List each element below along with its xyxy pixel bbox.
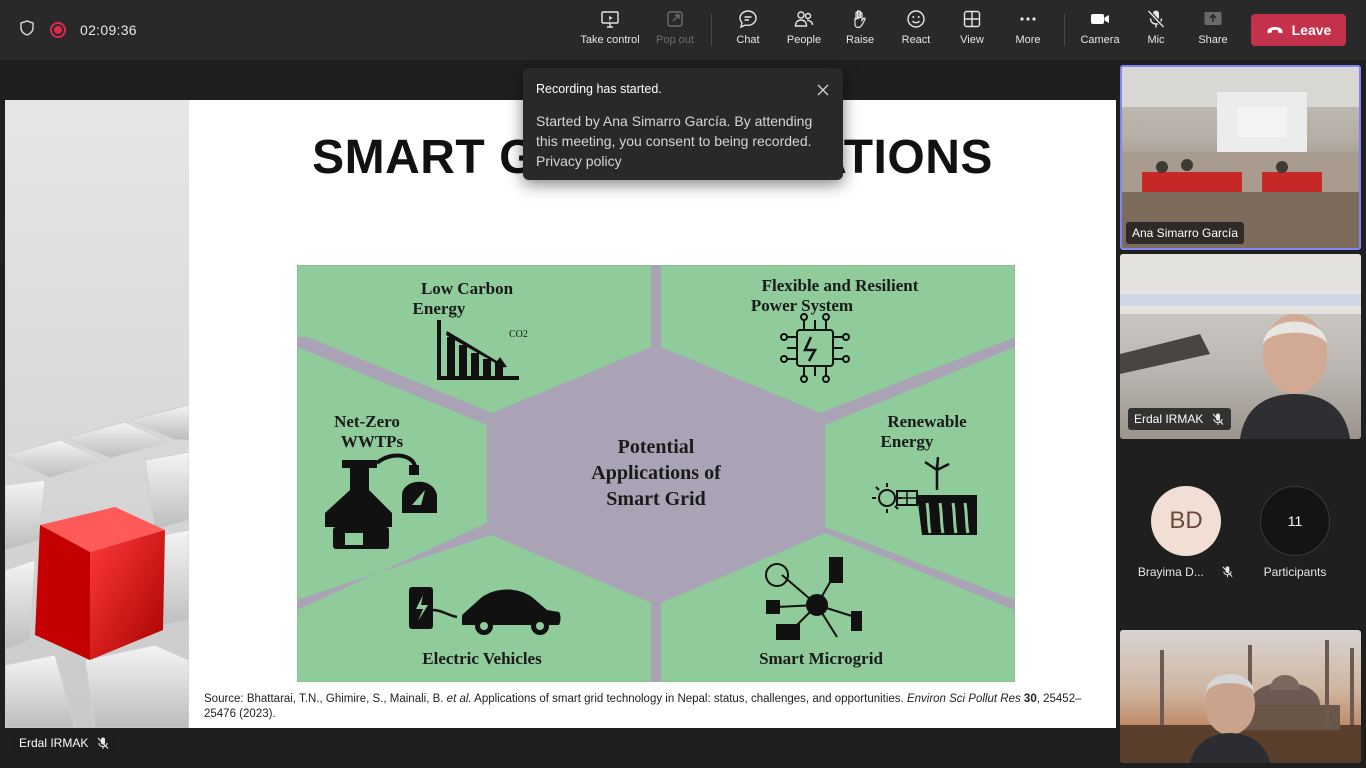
- participant-tile-mosque-background[interactable]: [1120, 630, 1361, 763]
- presentation-slide: SMART GRID APPLICATIONS Potential Applic…: [5, 100, 1116, 728]
- slide-decoration: [5, 100, 189, 728]
- segment-netzero-2: WWTPs: [341, 432, 404, 451]
- mic-button[interactable]: Mic: [1128, 8, 1184, 54]
- center-line-1: Potential: [618, 436, 695, 458]
- phone-hangup-icon: [1267, 27, 1283, 34]
- participant-tile-brayima[interactable]: BD Brayima D...: [1136, 486, 1236, 579]
- chat-icon: [739, 10, 757, 29]
- source-volume: 30: [1020, 693, 1037, 705]
- smiley-icon: [907, 10, 925, 28]
- raise-hand-button[interactable]: Raise: [832, 8, 888, 54]
- pop-out-button[interactable]: Pop out: [647, 8, 703, 54]
- camera-button[interactable]: Camera: [1072, 8, 1128, 54]
- segment-renewable-2: Energy: [881, 432, 934, 451]
- cube-decoration-image: [5, 404, 189, 728]
- pop-out-icon: [667, 11, 683, 27]
- segment-low-carbon-1: Low Carbon: [421, 279, 514, 298]
- segment-smart-microgrid: Smart Microgrid: [759, 649, 883, 668]
- participants-count: 11: [1260, 486, 1330, 556]
- participants-count-tile[interactable]: 11 Participants: [1245, 486, 1345, 579]
- segment-flexible-2: Power System: [751, 296, 853, 315]
- chat-button[interactable]: Chat: [720, 8, 776, 54]
- react-label: React: [901, 34, 931, 46]
- source-etal: et al.: [446, 693, 472, 705]
- participant-name: Erdal IRMAK: [1134, 412, 1204, 426]
- participant-name-row: Brayima D...: [1136, 565, 1236, 579]
- share-label: Share: [1198, 34, 1228, 46]
- recording-consent-text: Started by Ana Simarro García. By attend…: [536, 113, 813, 149]
- source-middle: Applications of smart grid technology in…: [471, 693, 907, 705]
- mic-off-icon: [97, 737, 109, 749]
- toolbar-divider: [1064, 14, 1065, 46]
- take-control-button[interactable]: Take control: [580, 8, 640, 54]
- view-label: View: [960, 34, 984, 46]
- people-label: People: [786, 34, 822, 46]
- slide-source-citation: Source: Bhattarai, T.N., Ghimire, S., Ma…: [204, 692, 1104, 722]
- meeting-toolbar: 02:09:36 Take control Pop out Chat Peopl…: [0, 0, 1366, 60]
- source-journal: Environ Sci Pollut Res: [906, 693, 1021, 705]
- segment-electric-vehicles: Electric Vehicles: [422, 649, 542, 668]
- meeting-status: 02:09:36: [18, 0, 137, 60]
- participant-name: Brayima D...: [1137, 565, 1204, 579]
- segment-low-carbon-2: Energy: [413, 299, 466, 318]
- participant-name-tag: Ana Simarro García: [1126, 222, 1245, 244]
- shield-icon[interactable]: [18, 19, 36, 42]
- more-button[interactable]: More: [1000, 8, 1056, 54]
- segment-flexible-1: Flexible and Resilient: [762, 276, 919, 295]
- participant-tile-ana[interactable]: Ana Simarro García: [1120, 65, 1361, 250]
- center-line-2: Applications of: [591, 462, 721, 484]
- smart-grid-diagram: Potential Applications of Smart Grid Low…: [297, 265, 1015, 682]
- close-icon[interactable]: [815, 82, 831, 98]
- share-icon: [1204, 12, 1222, 25]
- react-button[interactable]: React: [888, 8, 944, 54]
- participant-video: [1120, 640, 1361, 763]
- presenter-name: Erdal IRMAK: [19, 736, 89, 750]
- take-control-label: Take control: [580, 34, 640, 46]
- raise-label: Raise: [845, 34, 875, 46]
- grid-view-icon: [963, 10, 981, 28]
- mic-off-icon: [1212, 413, 1224, 425]
- recording-icon[interactable]: [50, 22, 66, 38]
- camera-icon: [1091, 14, 1109, 24]
- privacy-policy-link[interactable]: Privacy policy: [536, 151, 830, 171]
- share-button[interactable]: Share: [1185, 8, 1241, 54]
- participant-name: Ana Simarro García: [1132, 226, 1239, 240]
- leave-label: Leave: [1291, 22, 1332, 38]
- take-control-icon: [601, 11, 619, 28]
- participant-tile-erdal[interactable]: Erdal IRMAK: [1120, 254, 1361, 439]
- center-line-3: Smart Grid: [606, 488, 705, 510]
- segment-netzero-1: Net-Zero: [334, 412, 400, 431]
- participant-name-tag: Erdal IRMAK: [1128, 408, 1232, 430]
- recording-notification-body: Started by Ana Simarro García. By attend…: [536, 111, 830, 171]
- chat-label: Chat: [736, 34, 760, 46]
- source-prefix: Source: Bhattarai, T.N., Ghimire, S., Ma…: [204, 693, 447, 705]
- people-icon: [794, 11, 814, 27]
- mic-off-icon: [1222, 566, 1233, 578]
- people-button[interactable]: People: [776, 8, 832, 54]
- avatar: BD: [1151, 486, 1221, 556]
- recording-notification-title: Recording has started.: [536, 82, 662, 96]
- view-button[interactable]: View: [944, 8, 1000, 54]
- co2-label: CO2: [509, 329, 528, 340]
- raise-hand-icon: [854, 10, 866, 29]
- pop-out-label: Pop out: [656, 34, 694, 46]
- leave-button[interactable]: Leave: [1251, 14, 1346, 46]
- segment-renewable-1: Renewable: [887, 412, 967, 431]
- toolbar-divider: [711, 14, 712, 46]
- mic-off-icon: [1147, 9, 1165, 29]
- participants-label: Participants: [1263, 565, 1327, 579]
- camera-label: Camera: [1080, 34, 1120, 46]
- meeting-timer: 02:09:36: [80, 22, 137, 38]
- more-icon: [1020, 17, 1036, 21]
- presenter-name-tag: Erdal IRMAK: [13, 732, 117, 754]
- mic-label: Mic: [1147, 34, 1165, 46]
- recording-notification: Recording has started. Started by Ana Si…: [523, 68, 843, 180]
- more-label: More: [1015, 34, 1041, 46]
